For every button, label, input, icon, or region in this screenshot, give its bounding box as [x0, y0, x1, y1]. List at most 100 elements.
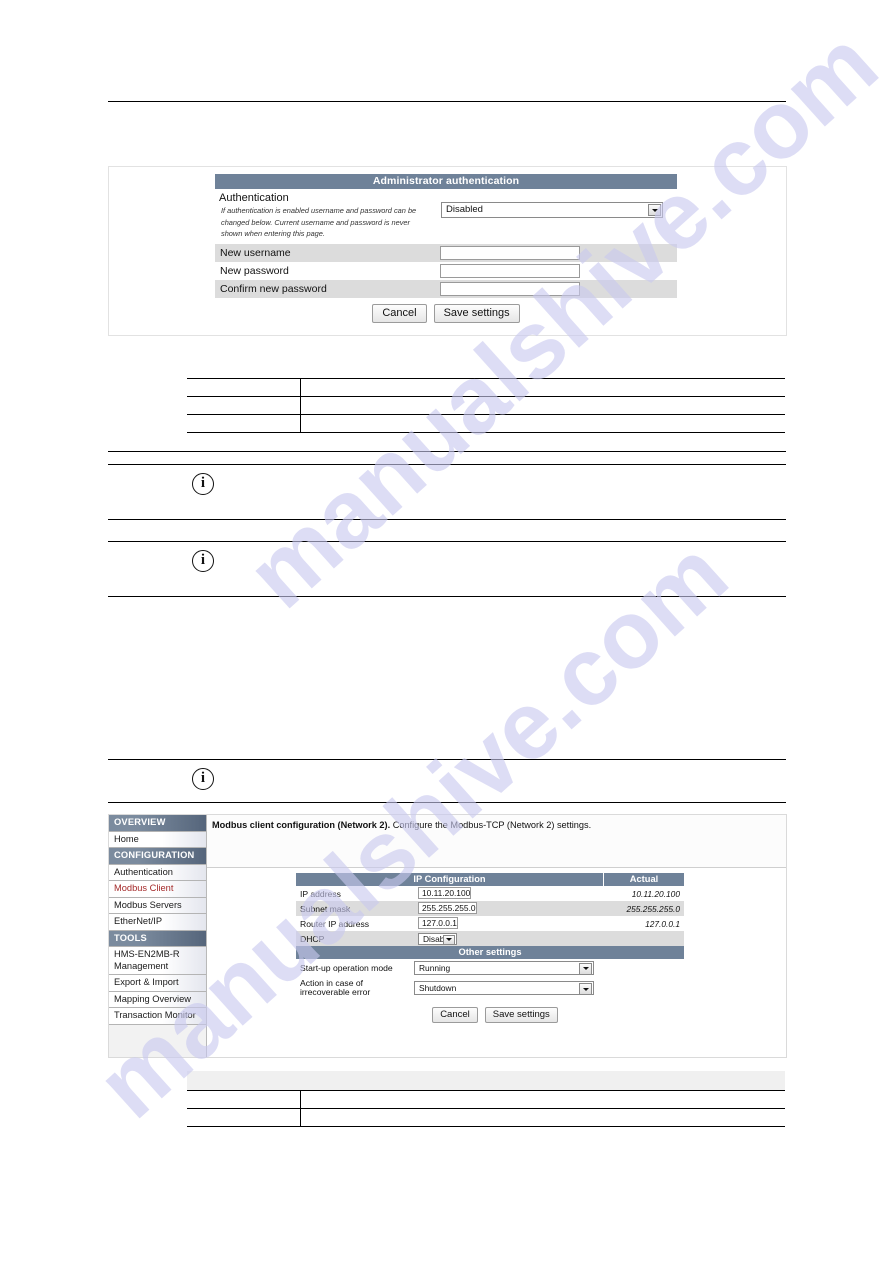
panel-title: Administrator authentication — [215, 174, 677, 189]
sidebar-item-management[interactable]: HMS-EN2MB-R Management — [109, 947, 206, 975]
startup-operation-mode-label: Start-up operation mode — [300, 962, 393, 973]
sidebar-item-modbus-servers[interactable]: Modbus Servers — [109, 897, 206, 914]
info-note-1: i — [108, 464, 786, 520]
ip-address-actual: 10.11.20.100 — [631, 888, 680, 899]
ip-address-input-wrap: 10.11.20.100 — [418, 887, 600, 899]
table-cell-value — [300, 378, 785, 397]
modbus-client-configuration-screenshot: OVERVIEW Home CONFIGURATION Authenticati… — [108, 814, 787, 1058]
table-cell-label — [187, 396, 301, 415]
info-icon-glyph: i — [200, 475, 206, 491]
authentication-mode-select[interactable]: Disabled — [441, 202, 663, 218]
table-cell-value — [300, 396, 785, 415]
confirm-new-password-input[interactable] — [440, 282, 580, 296]
table-row — [187, 396, 785, 415]
subnet-mask-label: Subnet mask — [300, 903, 351, 914]
info-icon: i — [192, 550, 214, 572]
table-cell-value — [300, 1090, 785, 1109]
router-ip-address-row: Router IP address 127.0.0.1 127.0.0.1 — [296, 916, 684, 931]
authentication-mode-value: Disabled — [446, 204, 483, 215]
sidebar-header-overview: OVERVIEW — [109, 815, 206, 832]
other-settings-header: Other settings — [296, 946, 684, 959]
section-rule — [108, 451, 786, 452]
new-username-row: New username — [215, 244, 677, 262]
note-body: i — [108, 465, 786, 503]
ip-address-row: IP address 10.11.20.100 10.11.20.100 — [296, 886, 684, 901]
sidebar-item-mapping-overview[interactable]: Mapping Overview — [109, 991, 206, 1008]
new-password-input[interactable] — [440, 264, 580, 278]
actual-column-title: Actual — [629, 874, 659, 884]
new-username-label: New username — [220, 247, 291, 259]
subnet-mask-input-wrap: 255.255.255.0 — [418, 902, 600, 914]
startup-operation-mode-value: Running — [419, 962, 451, 973]
router-ip-address-input[interactable]: 127.0.0.1 — [418, 917, 458, 929]
save-settings-button[interactable]: Save settings — [484, 1007, 558, 1023]
new-password-row: New password — [215, 262, 677, 280]
cancel-button[interactable]: Cancel — [432, 1007, 478, 1023]
dhcp-row: DHCP Disabled — [296, 931, 684, 946]
sidebar-item-home[interactable]: Home — [109, 831, 206, 848]
dhcp-select-wrap: Disabled — [418, 932, 600, 945]
ip-address-label: IP address — [300, 888, 341, 899]
page-subtitle: Configure the Modbus-TCP (Network 2) set… — [392, 820, 592, 830]
table-row — [187, 414, 785, 433]
sidebar-item-ethernet-ip[interactable]: EtherNet/IP — [109, 914, 206, 931]
table-header-band — [187, 1071, 785, 1091]
subnet-mask-actual: 255.255.255.0 — [626, 903, 680, 914]
info-note-2: i — [108, 541, 786, 597]
startup-operation-mode-select[interactable]: Running — [414, 960, 594, 975]
table-header-row — [187, 1071, 785, 1091]
table-cell-label — [187, 378, 301, 397]
navigation-sidebar: OVERVIEW Home CONFIGURATION Authenticati… — [109, 815, 207, 1057]
dhcp-label: DHCP — [300, 933, 325, 944]
table-cell-label — [187, 1108, 301, 1127]
table-row — [187, 1090, 785, 1109]
table-row — [187, 378, 785, 397]
sidebar-item-modbus-client[interactable]: Modbus Client — [109, 881, 206, 898]
note-bottom-rule — [108, 802, 786, 803]
parameter-table-lower — [187, 1071, 785, 1127]
table-cell-value — [300, 1108, 785, 1127]
error-action-select[interactable]: Shutdown — [414, 981, 594, 995]
table-cell-label — [187, 414, 301, 433]
error-action-value: Shutdown — [419, 983, 457, 993]
info-icon-glyph: i — [200, 552, 206, 568]
table-row — [187, 1108, 785, 1127]
router-ip-address-label: Router IP address — [300, 918, 370, 929]
info-icon: i — [192, 768, 214, 790]
chevron-down-icon[interactable] — [442, 934, 455, 945]
sidebar-header-configuration: CONFIGURATION — [109, 848, 206, 865]
ip-configuration-header: IP Configuration Actual — [296, 873, 684, 886]
error-action-label: Action in case of irrecoverable error — [300, 977, 371, 997]
subnet-mask-input[interactable]: 255.255.255.0 — [418, 902, 477, 914]
info-note-3: i — [108, 759, 786, 803]
new-username-input[interactable] — [440, 246, 580, 260]
admin-authentication-screenshot: Administrator authentication Authenticat… — [108, 166, 787, 336]
note-bottom-rule — [108, 596, 786, 597]
sidebar-header-tools: TOOLS — [109, 930, 206, 947]
dhcp-select[interactable]: Disabled — [418, 932, 457, 945]
chevron-down-icon[interactable] — [579, 983, 592, 994]
note-body: i — [108, 542, 786, 580]
chevron-down-icon[interactable] — [648, 204, 661, 216]
cancel-button[interactable]: Cancel — [372, 304, 427, 323]
info-icon: i — [192, 473, 214, 495]
confirm-new-password-label: Confirm new password — [220, 283, 327, 295]
ip-address-input[interactable]: 10.11.20.100 — [418, 887, 472, 899]
router-ip-address-input-wrap: 127.0.0.1 — [418, 917, 600, 929]
authentication-section: Authentication If authentication is enab… — [215, 189, 677, 244]
subnet-mask-row: Subnet mask 255.255.255.0 255.255.255.0 — [296, 901, 684, 916]
note-bottom-rule — [108, 519, 786, 520]
header-rule — [108, 101, 786, 102]
save-settings-button[interactable]: Save settings — [433, 304, 520, 323]
section-description: If authentication is enabled username an… — [221, 206, 417, 238]
page-title-bar: Modbus client configuration (Network 2).… — [207, 815, 786, 868]
note-body: i — [108, 760, 786, 798]
ip-configuration-title: IP Configuration — [296, 873, 604, 886]
parameter-table-upper — [187, 378, 785, 433]
sidebar-item-transaction-monitor[interactable]: Transaction Monitor — [109, 1008, 206, 1025]
sidebar-item-export-import[interactable]: Export & Import — [109, 975, 206, 992]
chevron-down-icon[interactable] — [579, 962, 592, 974]
startup-operation-mode-row: Start-up operation mode Running — [296, 959, 684, 976]
error-action-row: Action in case of irrecoverable error Sh… — [296, 976, 684, 1000]
sidebar-item-authentication[interactable]: Authentication — [109, 864, 206, 881]
